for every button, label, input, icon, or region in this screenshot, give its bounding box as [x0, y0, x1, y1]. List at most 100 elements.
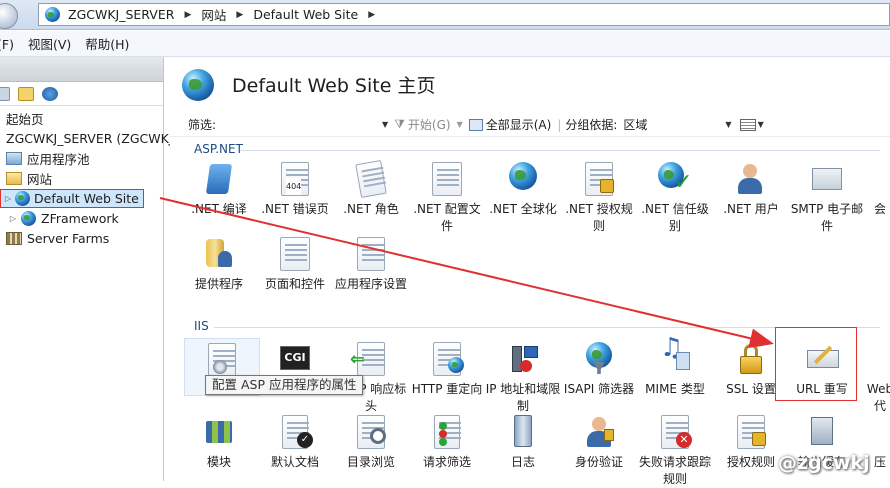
selected-site-node[interactable]: ▷ Default Web Site [0, 188, 144, 208]
view-mode-icon[interactable] [739, 118, 756, 131]
logging-icon [506, 415, 540, 449]
session-icon [870, 162, 890, 196]
tile-label: ISAPI 筛选器 [563, 382, 635, 396]
filter-bar: 筛选: ▼ ⧩ 开始(G) ▼ 全部显示(A) | 分组依据: 区域 ▼ ▼ [170, 113, 890, 137]
breadcrumb-item-server[interactable]: ZGCWKJ_SERVER ▶ [68, 7, 191, 22]
tile-session[interactable]: 会 [865, 162, 890, 218]
tile-request-filtering[interactable]: 请求筛选 [409, 415, 485, 471]
profile-icon [432, 162, 462, 196]
tile-label: .NET 信任级别 [641, 202, 709, 233]
tile-authentication[interactable]: 身份验证 [561, 415, 637, 471]
tile-logging[interactable]: 日志 [485, 415, 561, 471]
menu-view[interactable]: 视图(V) [28, 34, 71, 53]
group-dropdown-icon[interactable]: ▼ [725, 120, 731, 129]
tile-label: .NET 用户 [723, 202, 779, 216]
watermark-text: @zgcwkj [778, 452, 870, 474]
lock-icon [734, 342, 768, 376]
chevron-right-icon: ▶ [368, 9, 376, 20]
save-icon[interactable] [0, 86, 10, 101]
tile-app-settings[interactable]: 应用程序设置 [333, 237, 409, 293]
failed-request-icon: ✕ [661, 415, 692, 449]
group-by-select[interactable]: 区域 [623, 116, 719, 133]
features-view: Default Web Site 主页 筛选: ▼ ⧩ 开始(G) ▼ 全部显示… [170, 57, 890, 486]
tree-item-zframework[interactable]: ▷ ZFramework [0, 208, 163, 228]
disconnect-icon[interactable] [42, 86, 58, 101]
globe-icon [45, 7, 60, 22]
tree-item-label: 网站 [27, 171, 53, 187]
breadcrumb[interactable]: ZGCWKJ_SERVER ▶ 网站 ▶ Default Web Site ▶ [38, 3, 890, 26]
connections-tree: 起始页 ZGCWKJ_SERVER (ZGCWKJ 应用程序池 网站 ▷ Def… [0, 106, 173, 248]
address-bar: ZGCWKJ_SERVER ▶ 网站 ▶ Default Web Site ▶ [0, 0, 890, 30]
expand-arrow-icon[interactable]: ▷ [3, 194, 13, 203]
tree-item-start-page[interactable]: 起始页 [0, 108, 163, 128]
asp-tooltip: 配置 ASP 应用程序的属性 [205, 375, 364, 395]
tile-directory-browsing[interactable]: 目录浏览 [333, 415, 409, 471]
tile-net-roles[interactable]: .NET 角色 [333, 160, 409, 218]
tile-label: Web 代 [866, 382, 890, 413]
tile-label: 默认文档 [270, 455, 319, 469]
toolbar-separator: | [557, 117, 562, 132]
tile-label: 模块 [206, 455, 231, 469]
tile-net-profile[interactable]: .NET 配置文件 [409, 162, 485, 235]
tile-label: 目录浏览 [346, 455, 395, 469]
tile-label: .NET 配置文件 [413, 202, 481, 233]
directory-browsing-icon [357, 415, 386, 449]
tile-label: 失败请求跟踪规则 [638, 455, 711, 486]
request-filtering-icon [434, 415, 461, 449]
breadcrumb-item-sites[interactable]: 网站 ▶ [201, 5, 243, 24]
tile-label: 提供程序 [194, 277, 243, 291]
go-dropdown-icon[interactable]: ▼ [457, 120, 463, 129]
view-dropdown-icon[interactable]: ▼ [758, 120, 764, 129]
page-header: Default Web Site 主页 [170, 57, 890, 111]
chevron-right-icon: ▶ [184, 9, 192, 20]
ip-restrictions-icon [506, 342, 540, 376]
tree-item-label: Server Farms [27, 230, 110, 246]
tile-http-redirect[interactable]: HTTP 重定向 [409, 342, 485, 398]
tile-net-error-pages[interactable]: 404 .NET 错误页 [257, 162, 333, 218]
filter-dropdown-icon[interactable]: ▼ [382, 120, 388, 129]
filter-input[interactable] [224, 115, 379, 134]
tile-net-users[interactable]: .NET 用户 [713, 162, 789, 218]
tree-item-server[interactable]: ZGCWKJ_SERVER (ZGCWKJ [0, 128, 173, 148]
tile-providers[interactable]: 提供程序 [181, 237, 257, 293]
modules-icon [202, 415, 236, 449]
go-button[interactable]: 开始(G) [408, 116, 451, 133]
show-all-button[interactable]: 全部显示(A) [486, 116, 552, 133]
tree-item-app-pools[interactable]: 应用程序池 [0, 148, 163, 168]
tile-isapi-filters[interactable]: ISAPI 筛选器 [561, 342, 637, 398]
tile-smtp-email[interactable]: SMTP 电子邮件 [789, 162, 865, 235]
tile-web-proxy[interactable]: Web 代 [865, 342, 890, 415]
tile-ip-domain-restrictions[interactable]: IP 地址和域限制 [485, 342, 561, 415]
chevron-right-icon: ▶ [236, 9, 244, 20]
tile-label: HTTP 重定向 [411, 382, 483, 396]
tile-modules[interactable]: 模块 [181, 415, 257, 471]
tile-label: 应用程序设置 [334, 277, 407, 291]
url-rewrite-highlight-box [775, 327, 857, 401]
tree-item-sites[interactable]: 网站 [0, 168, 163, 188]
menu-file[interactable]: 文件(F) [0, 34, 14, 53]
menu-help[interactable]: 帮助(H) [85, 34, 129, 53]
breadcrumb-item-site[interactable]: Default Web Site ▶ [253, 7, 375, 22]
back-button[interactable] [0, 3, 18, 29]
tile-label: .NET 授权规则 [565, 202, 633, 233]
tile-default-document[interactable]: ✓ 默认文档 [257, 415, 333, 471]
expand-arrow-icon[interactable]: ▷ [8, 214, 18, 223]
error-page-icon: 404 [281, 162, 309, 196]
providers-icon [202, 237, 236, 271]
tile-pages-controls[interactable]: 页面和控件 [257, 237, 333, 293]
tile-failed-request-tracing[interactable]: ✕ 失败请求跟踪规则 [637, 415, 713, 488]
tile-mime-types[interactable]: ♫ MIME 类型 [637, 335, 713, 398]
authorization-rules-icon [737, 415, 766, 449]
filter-label: 筛选: [188, 118, 217, 132]
tile-net-trust-levels[interactable]: ✓ .NET 信任级别 [637, 162, 713, 235]
error-code-label: 404 [286, 178, 302, 195]
add-connection-icon[interactable] [18, 86, 34, 101]
tile-net-authorization[interactable]: .NET 授权规则 [561, 162, 637, 235]
tree-item-server-farms[interactable]: Server Farms [0, 228, 163, 248]
section-iis: IIS [194, 319, 209, 333]
tile-net-compilation[interactable]: .NET 编译 [181, 162, 257, 218]
tree-item-default-web-site[interactable]: ▷ Default Web Site [0, 188, 163, 208]
tile-net-globalization[interactable]: .NET 全球化 [485, 162, 561, 218]
smtp-email-icon [810, 162, 844, 196]
tile-label: .NET 编译 [191, 202, 247, 216]
